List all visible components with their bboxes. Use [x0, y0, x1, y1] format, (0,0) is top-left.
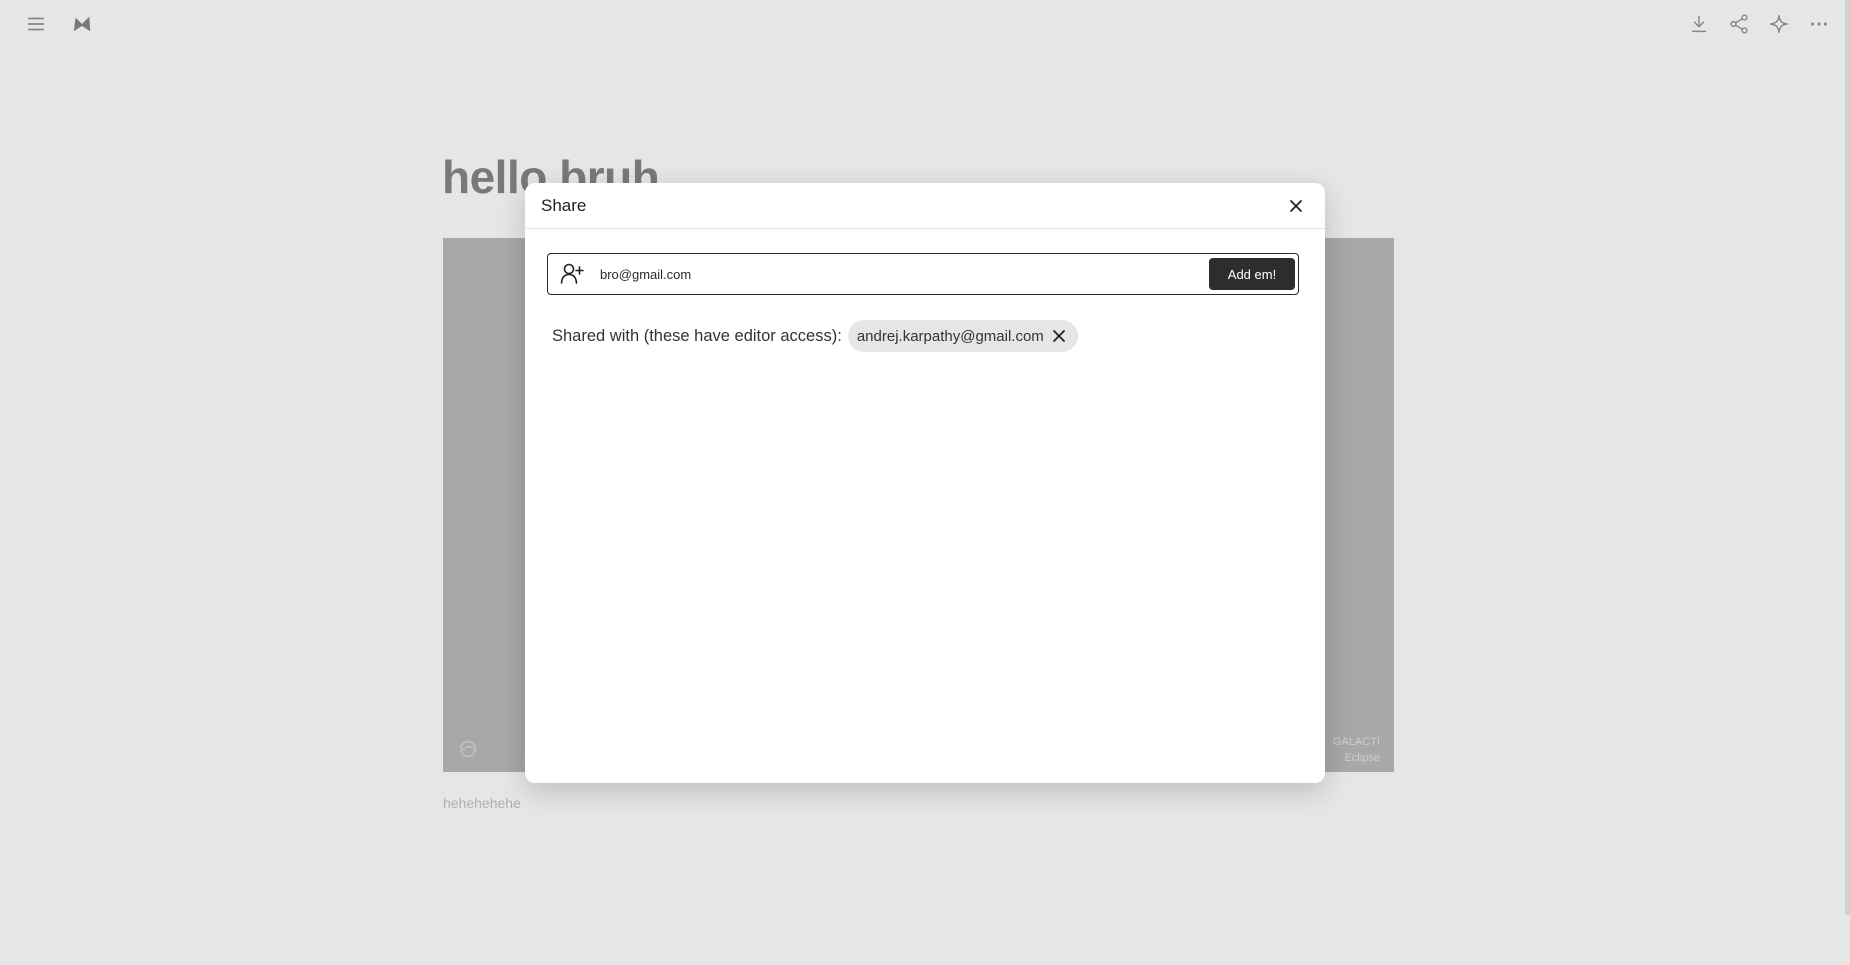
remove-user-button[interactable] — [1050, 327, 1068, 345]
invite-field: Add em! — [547, 253, 1299, 295]
close-icon — [1290, 199, 1302, 212]
share-dialog-title: Share — [541, 195, 587, 215]
close-button[interactable] — [1284, 194, 1308, 218]
remove-icon — [1052, 330, 1065, 342]
share-dialog-header: Share — [525, 183, 1325, 229]
add-em-button[interactable]: Add em! — [1209, 258, 1295, 290]
email-input[interactable] — [598, 255, 1209, 293]
add-person-icon — [558, 260, 586, 288]
shared-user-email: andrej.karpathy@gmail.com — [856, 327, 1044, 345]
share-dialog: Share Add em! Shared with (these have ed… — [525, 183, 1325, 783]
shared-with-row: Shared with (these have editor access): … — [552, 320, 1078, 352]
shared-user-chip: andrej.karpathy@gmail.com — [847, 320, 1078, 352]
shared-with-label: Shared with (these have editor access): — [552, 326, 842, 345]
